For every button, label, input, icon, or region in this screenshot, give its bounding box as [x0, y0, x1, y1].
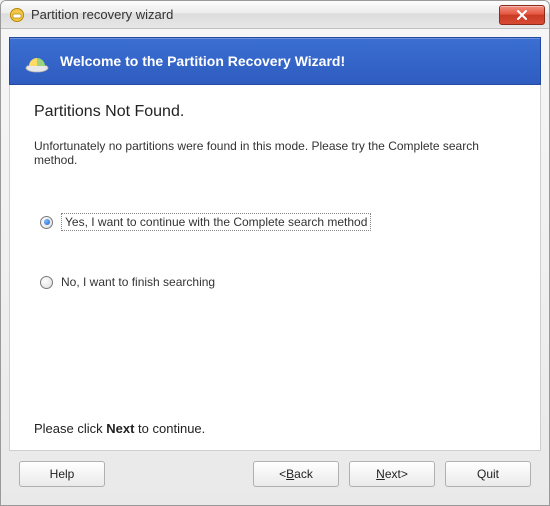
- hint-suffix: to continue.: [134, 421, 205, 436]
- banner-text: Welcome to the Partition Recovery Wizard…: [60, 53, 345, 69]
- dialog-window: Partition recovery wizard Welcome to the…: [0, 0, 550, 506]
- titlebar: Partition recovery wizard: [1, 1, 549, 29]
- option-label: No, I want to finish searching: [61, 275, 215, 289]
- help-button[interactable]: Help: [19, 461, 105, 487]
- back-button-label: <Back: [279, 467, 313, 481]
- next-mnemonic: N: [376, 467, 385, 481]
- client-area: Welcome to the Partition Recovery Wizard…: [1, 29, 549, 505]
- wizard-banner: Welcome to the Partition Recovery Wizard…: [9, 37, 541, 85]
- next-button-label: Next>: [376, 467, 408, 481]
- option-finish-searching[interactable]: No, I want to finish searching: [40, 275, 516, 289]
- radio-icon: [40, 216, 53, 229]
- option-continue-complete-search[interactable]: Yes, I want to continue with the Complet…: [40, 213, 516, 231]
- hint-bold: Next: [106, 421, 134, 436]
- button-bar: Help <Back Next> Quit: [9, 451, 541, 497]
- quit-button-label: Quit: [477, 467, 499, 481]
- app-icon: [9, 7, 25, 23]
- window-title: Partition recovery wizard: [31, 7, 499, 22]
- page-heading: Partitions Not Found.: [34, 103, 516, 121]
- hint-prefix: Please click: [34, 421, 106, 436]
- wizard-icon: [24, 48, 50, 74]
- back-mnemonic: B: [286, 467, 294, 481]
- footer-hint: Please click Next to continue.: [34, 421, 516, 436]
- content-panel: Partitions Not Found. Unfortunately no p…: [9, 85, 541, 451]
- options-group: Yes, I want to continue with the Complet…: [34, 213, 516, 333]
- close-button[interactable]: [499, 5, 545, 25]
- radio-icon: [40, 276, 53, 289]
- page-body: Unfortunately no partitions were found i…: [34, 139, 516, 167]
- quit-button[interactable]: Quit: [445, 461, 531, 487]
- back-button[interactable]: <Back: [253, 461, 339, 487]
- help-button-label: Help: [50, 467, 75, 481]
- option-label: Yes, I want to continue with the Complet…: [61, 213, 371, 231]
- next-button[interactable]: Next>: [349, 461, 435, 487]
